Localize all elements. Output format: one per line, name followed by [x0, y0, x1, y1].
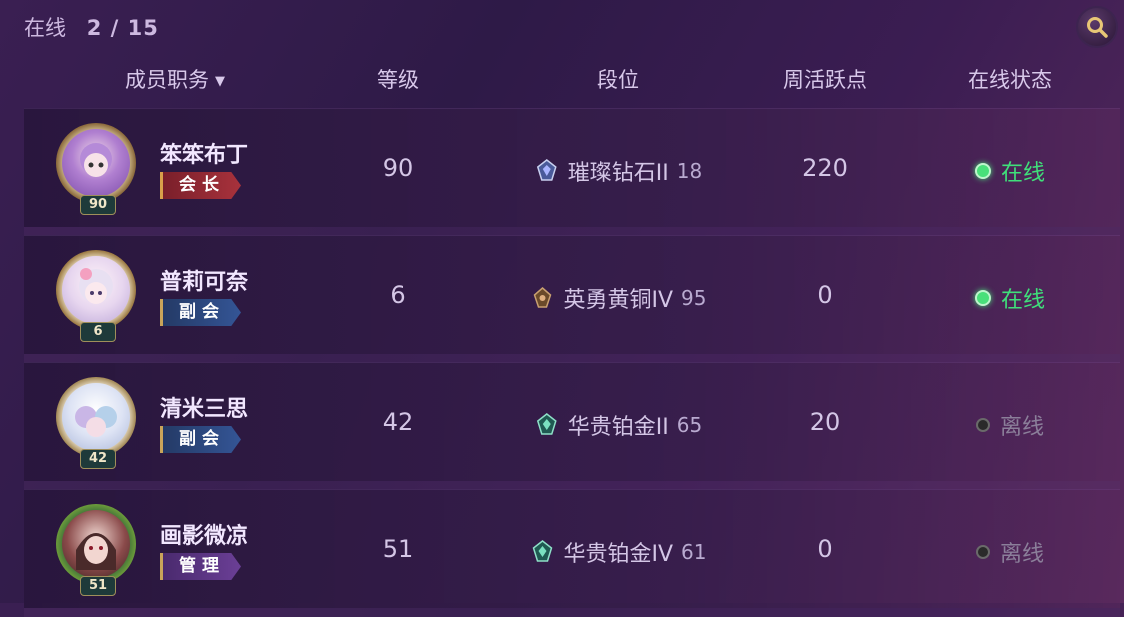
member-row[interactable]: 90 笨笨布丁 会长 90 璀璨钻石II 18 220 在线: [24, 108, 1120, 236]
platinum-rank-icon: [532, 540, 553, 562]
sort-by-role-button[interactable]: 成员职务 ▼: [125, 64, 225, 94]
avatar-level-badge: 90: [80, 195, 116, 215]
member-active-points: 220: [802, 154, 848, 182]
member-level: 90: [382, 154, 414, 182]
header-level: 等级: [377, 68, 419, 92]
avatar-level-badge: 6: [80, 322, 116, 342]
role-badge: 副会: [160, 426, 241, 453]
member-level: 51: [382, 535, 414, 563]
member-row[interactable]: 42 清米三思 副会 42 华贵铂金II 65 20 离线: [24, 362, 1120, 490]
bronze-rank-icon: [533, 287, 552, 308]
member-row[interactable]: 51 画影微凉 管理 51 华贵铂金IV 61 0 离线: [24, 489, 1120, 617]
member-level: 42: [382, 408, 414, 436]
member-status: 在线: [974, 282, 1045, 314]
member-rank: 英勇黄铜IV 95: [530, 282, 707, 314]
member-active-points: 0: [817, 535, 833, 563]
member-level: 6: [390, 281, 406, 309]
avatar-portrait-icon: [79, 268, 113, 304]
role-badge: 副会: [160, 299, 241, 326]
member-active-points: 0: [817, 281, 833, 309]
member-rank: 华贵铂金II 65: [534, 409, 702, 441]
member-row[interactable]: 6 普莉可奈 副会 6 英勇黄铜IV 95 0 在线: [24, 235, 1120, 363]
member-rank: 璀璨钻石II 18: [534, 155, 702, 187]
header-rank: 段位: [597, 68, 639, 92]
online-dot-icon: [974, 163, 991, 179]
online-count-bar: 在线 2 / 15: [24, 12, 159, 42]
avatar-portrait-icon: [75, 406, 117, 437]
avatar-portrait-icon: [76, 533, 116, 570]
avatar-level-badge: 42: [80, 449, 116, 469]
avatar[interactable]: 51: [56, 504, 140, 596]
member-name: 笨笨布丁: [160, 143, 249, 168]
role-badge: 会长: [160, 172, 241, 199]
member-active-points: 20: [809, 408, 841, 436]
platinum-rank-icon: [536, 413, 557, 435]
search-button[interactable]: [1076, 6, 1118, 48]
diamond-rank-icon: [536, 159, 557, 181]
member-status: 在线: [974, 155, 1045, 187]
member-rank: 华贵铂金IV 61: [530, 536, 707, 568]
search-icon: [1087, 17, 1108, 38]
avatar-portrait-icon: [80, 143, 112, 177]
member-name: 普莉可奈: [160, 270, 249, 295]
avatar[interactable]: 42: [56, 377, 140, 469]
header-active: 周活跃点: [783, 68, 867, 92]
member-status: 离线: [975, 409, 1044, 441]
online-dot-icon: [974, 290, 991, 306]
offline-dot-icon: [975, 545, 990, 559]
offline-dot-icon: [975, 418, 990, 432]
table-header: 成员职务 ▼ 等级 段位 周活跃点 在线状态: [0, 58, 1124, 98]
role-badge: 管理: [160, 553, 241, 580]
member-name: 清米三思: [160, 397, 249, 422]
avatar[interactable]: 6: [56, 250, 140, 342]
chevron-down-icon: ▼: [215, 73, 225, 89]
online-count: 2 / 15: [86, 16, 159, 40]
online-label: 在线: [24, 16, 66, 40]
avatar[interactable]: 90: [56, 123, 140, 215]
member-name: 画影微凉: [160, 524, 249, 549]
header-status: 在线状态: [968, 68, 1052, 92]
member-status: 离线: [975, 536, 1044, 568]
avatar-level-badge: 51: [80, 576, 116, 596]
